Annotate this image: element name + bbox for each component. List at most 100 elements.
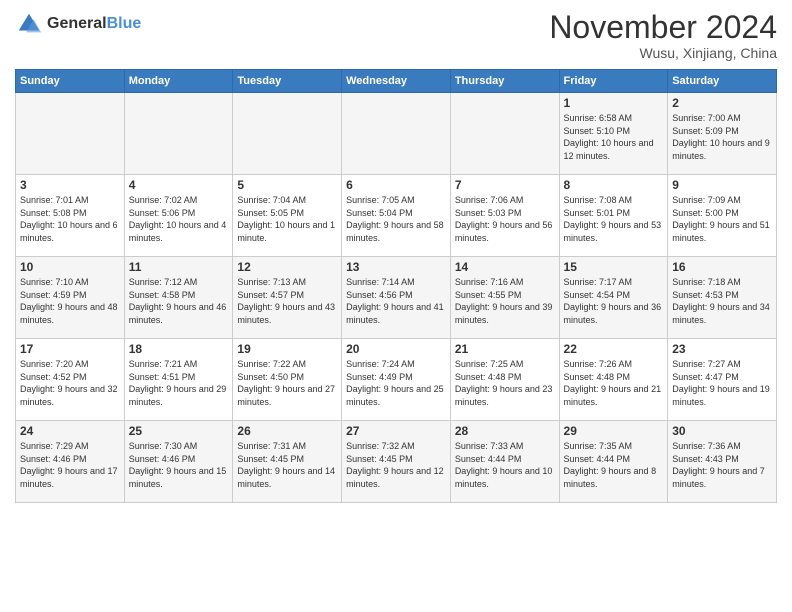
- day-number: 23: [672, 342, 772, 356]
- day-cell: 10 Sunrise: 7:10 AMSunset: 4:59 PMDayligh…: [16, 257, 125, 339]
- day-info: Sunrise: 7:14 AMSunset: 4:56 PMDaylight:…: [346, 276, 446, 326]
- day-cell: 15Sunrise: 7:17 AMSunset: 4:54 PMDayligh…: [559, 257, 668, 339]
- day-info: Sunrise: 7:01 AMSunset: 5:08 PMDaylight:…: [20, 194, 120, 244]
- day-number: 21: [455, 342, 555, 356]
- day-cell: 2 Sunrise: 7:00 AMSunset: 5:09 PMDaylight…: [668, 93, 777, 175]
- day-cell: 9Sunrise: 7:09 AMSunset: 5:00 PMDaylight…: [668, 175, 777, 257]
- day-number: 17: [20, 342, 120, 356]
- calendar-table: Sunday Monday Tuesday Wednesday Thursday…: [15, 69, 777, 503]
- day-cell: [450, 93, 559, 175]
- header-saturday: Saturday: [668, 70, 777, 93]
- day-number: 22: [564, 342, 664, 356]
- day-cell: 4 Sunrise: 7:02 AMSunset: 5:06 PMDaylight…: [124, 175, 233, 257]
- day-cell: 8 Sunrise: 7:08 AMSunset: 5:01 PMDaylight…: [559, 175, 668, 257]
- day-number: 2: [672, 96, 772, 110]
- week-row-4: 17 Sunrise: 7:20 AMSunset: 4:52 PMDayligh…: [16, 339, 777, 421]
- day-cell: 13 Sunrise: 7:14 AMSunset: 4:56 PMDayligh…: [342, 257, 451, 339]
- day-info: Sunrise: 7:35 AMSunset: 4:44 PMDaylight:…: [564, 440, 664, 490]
- day-cell: [124, 93, 233, 175]
- day-cell: 22 Sunrise: 7:26 AMSunset: 4:48 PMDayligh…: [559, 339, 668, 421]
- day-info: Sunrise: 7:08 AMSunset: 5:01 PMDaylight:…: [564, 194, 664, 244]
- day-cell: 28 Sunrise: 7:33 AMSunset: 4:44 PMDayligh…: [450, 421, 559, 503]
- day-number: 19: [237, 342, 337, 356]
- day-cell: [342, 93, 451, 175]
- day-number: 7: [455, 178, 555, 192]
- day-cell: 26 Sunrise: 7:31 AMSunset: 4:45 PMDayligh…: [233, 421, 342, 503]
- day-number: 8: [564, 178, 664, 192]
- logo-icon: [15, 10, 43, 38]
- day-info: Sunrise: 7:17 AMSunset: 4:54 PMDaylight:…: [564, 276, 664, 326]
- day-cell: 6Sunrise: 7:05 AMSunset: 5:04 PMDaylight…: [342, 175, 451, 257]
- day-cell: 12 Sunrise: 7:13 AMSunset: 4:57 PMDayligh…: [233, 257, 342, 339]
- day-info: Sunrise: 7:10 AMSunset: 4:59 PMDaylight:…: [20, 276, 120, 326]
- day-number: 4: [129, 178, 229, 192]
- day-cell: [16, 93, 125, 175]
- day-number: 12: [237, 260, 337, 274]
- header-tuesday: Tuesday: [233, 70, 342, 93]
- day-info: Sunrise: 7:27 AMSunset: 4:47 PMDaylight:…: [672, 358, 772, 408]
- day-info: Sunrise: 7:20 AMSunset: 4:52 PMDaylight:…: [20, 358, 120, 408]
- day-info: Sunrise: 7:21 AMSunset: 4:51 PMDaylight:…: [129, 358, 229, 408]
- day-info: Sunrise: 7:32 AMSunset: 4:45 PMDaylight:…: [346, 440, 446, 490]
- day-number: 29: [564, 424, 664, 438]
- day-info: Sunrise: 7:04 AMSunset: 5:05 PMDaylight:…: [237, 194, 337, 244]
- day-number: 25: [129, 424, 229, 438]
- day-cell: [233, 93, 342, 175]
- day-cell: 21Sunrise: 7:25 AMSunset: 4:48 PMDayligh…: [450, 339, 559, 421]
- header-sunday: Sunday: [16, 70, 125, 93]
- day-number: 13: [346, 260, 446, 274]
- day-cell: 29 Sunrise: 7:35 AMSunset: 4:44 PMDayligh…: [559, 421, 668, 503]
- location: Wusu, Xinjiang, China: [549, 45, 777, 61]
- day-info: Sunrise: 7:24 AMSunset: 4:49 PMDaylight:…: [346, 358, 446, 408]
- day-number: 3: [20, 178, 120, 192]
- day-number: 5: [237, 178, 337, 192]
- day-info: Sunrise: 7:00 AMSunset: 5:09 PMDaylight:…: [672, 112, 772, 162]
- month-title: November 2024: [549, 10, 777, 45]
- day-number: 6: [346, 178, 446, 192]
- day-info: Sunrise: 7:31 AMSunset: 4:45 PMDaylight:…: [237, 440, 337, 490]
- day-info: Sunrise: 7:13 AMSunset: 4:57 PMDaylight:…: [237, 276, 337, 326]
- day-cell: 23 Sunrise: 7:27 AMSunset: 4:47 PMDayligh…: [668, 339, 777, 421]
- day-cell: 18 Sunrise: 7:21 AMSunset: 4:51 PMDayligh…: [124, 339, 233, 421]
- title-section: November 2024 Wusu, Xinjiang, China: [549, 10, 777, 61]
- day-number: 28: [455, 424, 555, 438]
- day-number: 26: [237, 424, 337, 438]
- day-info: Sunrise: 7:26 AMSunset: 4:48 PMDaylight:…: [564, 358, 664, 408]
- header: GeneralBlue November 2024 Wusu, Xinjiang…: [15, 10, 777, 61]
- day-info: Sunrise: 7:06 AMSunset: 5:03 PMDaylight:…: [455, 194, 555, 244]
- day-number: 10: [20, 260, 120, 274]
- day-info: Sunrise: 7:33 AMSunset: 4:44 PMDaylight:…: [455, 440, 555, 490]
- day-number: 24: [20, 424, 120, 438]
- day-info: Sunrise: 7:02 AMSunset: 5:06 PMDaylight:…: [129, 194, 229, 244]
- day-info: Sunrise: 7:30 AMSunset: 4:46 PMDaylight:…: [129, 440, 229, 490]
- logo-line2: Blue: [107, 15, 142, 32]
- week-row-2: 3 Sunrise: 7:01 AMSunset: 5:08 PMDaylight…: [16, 175, 777, 257]
- week-row-5: 24Sunrise: 7:29 AMSunset: 4:46 PMDayligh…: [16, 421, 777, 503]
- day-cell: 5 Sunrise: 7:04 AMSunset: 5:05 PMDaylight…: [233, 175, 342, 257]
- day-cell: 1Sunrise: 6:58 AMSunset: 5:10 PMDaylight…: [559, 93, 668, 175]
- day-cell: 14 Sunrise: 7:16 AMSunset: 4:55 PMDayligh…: [450, 257, 559, 339]
- logo-line1: General: [47, 15, 107, 32]
- day-cell: 27Sunrise: 7:32 AMSunset: 4:45 PMDayligh…: [342, 421, 451, 503]
- day-number: 9: [672, 178, 772, 192]
- day-info: Sunrise: 7:16 AMSunset: 4:55 PMDaylight:…: [455, 276, 555, 326]
- page: GeneralBlue November 2024 Wusu, Xinjiang…: [0, 0, 792, 612]
- weekday-header-row: Sunday Monday Tuesday Wednesday Thursday…: [16, 70, 777, 93]
- day-info: Sunrise: 7:22 AMSunset: 4:50 PMDaylight:…: [237, 358, 337, 408]
- day-number: 18: [129, 342, 229, 356]
- week-row-1: 1Sunrise: 6:58 AMSunset: 5:10 PMDaylight…: [16, 93, 777, 175]
- week-row-3: 10 Sunrise: 7:10 AMSunset: 4:59 PMDayligh…: [16, 257, 777, 339]
- day-number: 1: [564, 96, 664, 110]
- day-cell: 16Sunrise: 7:18 AMSunset: 4:53 PMDayligh…: [668, 257, 777, 339]
- day-number: 14: [455, 260, 555, 274]
- day-cell: 3 Sunrise: 7:01 AMSunset: 5:08 PMDaylight…: [16, 175, 125, 257]
- header-monday: Monday: [124, 70, 233, 93]
- day-cell: 7 Sunrise: 7:06 AMSunset: 5:03 PMDaylight…: [450, 175, 559, 257]
- day-cell: 17 Sunrise: 7:20 AMSunset: 4:52 PMDayligh…: [16, 339, 125, 421]
- logo-text: GeneralBlue: [47, 15, 141, 33]
- day-number: 11: [129, 260, 229, 274]
- day-cell: 11Sunrise: 7:12 AMSunset: 4:58 PMDayligh…: [124, 257, 233, 339]
- day-number: 30: [672, 424, 772, 438]
- calendar-header: Sunday Monday Tuesday Wednesday Thursday…: [16, 70, 777, 93]
- day-info: Sunrise: 7:18 AMSunset: 4:53 PMDaylight:…: [672, 276, 772, 326]
